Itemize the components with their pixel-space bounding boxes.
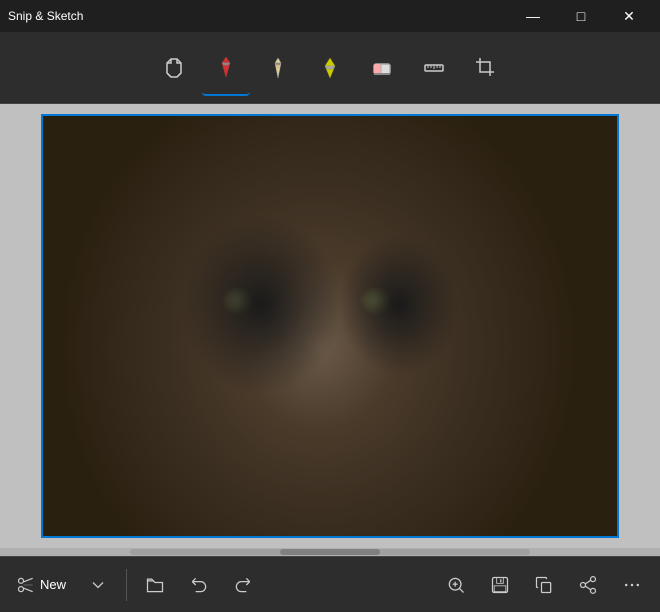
touch-writing-tool[interactable] <box>150 40 198 96</box>
new-snip-button[interactable]: New <box>8 565 74 605</box>
zoom-button[interactable] <box>436 565 476 605</box>
ruler-tool[interactable] <box>410 40 458 96</box>
ballpoint-pen-icon <box>214 55 238 79</box>
share-icon <box>578 575 598 595</box>
undo-icon <box>189 575 209 595</box>
scrollbar-area[interactable] <box>0 548 660 556</box>
eraser-tool[interactable] <box>358 40 406 96</box>
save-icon <box>490 575 510 595</box>
pencil-icon <box>266 56 290 80</box>
ruler-icon <box>422 56 446 80</box>
touch-write-icon <box>162 56 186 80</box>
highlighter-icon <box>318 56 342 80</box>
folder-icon <box>145 575 165 595</box>
separator-1 <box>126 569 127 601</box>
new-label: New <box>40 577 66 592</box>
copy-icon <box>534 575 554 595</box>
pencil-tool[interactable] <box>254 40 302 96</box>
title-bar-left: Snip & Sketch <box>8 9 83 23</box>
title-bar: Snip & Sketch — □ ✕ <box>0 0 660 32</box>
redo-icon <box>233 575 253 595</box>
redo-button[interactable] <box>223 565 263 605</box>
save-button[interactable] <box>480 565 520 605</box>
maximize-button[interactable]: □ <box>558 0 604 32</box>
eraser-icon <box>370 56 394 80</box>
copy-button[interactable] <box>524 565 564 605</box>
undo-button[interactable] <box>179 565 219 605</box>
open-button[interactable] <box>135 565 175 605</box>
more-options-button[interactable] <box>612 565 652 605</box>
title-bar-controls: — □ ✕ <box>510 0 652 32</box>
scroll-track <box>130 549 530 555</box>
canvas-area <box>0 104 660 548</box>
crop-icon <box>474 56 498 80</box>
cat-photo <box>43 116 617 536</box>
highlighter-tool[interactable] <box>306 40 354 96</box>
share-button[interactable] <box>568 565 608 605</box>
scissors-icon <box>16 575 36 595</box>
crop-tool[interactable] <box>462 40 510 96</box>
new-dropdown-button[interactable] <box>78 565 118 605</box>
close-button[interactable]: ✕ <box>606 0 652 32</box>
scroll-thumb[interactable] <box>280 549 380 555</box>
minimize-button[interactable]: — <box>510 0 556 32</box>
ballpoint-pen-tool[interactable] <box>202 40 250 96</box>
chevron-down-icon <box>88 575 108 595</box>
toolbar <box>0 32 660 104</box>
more-icon <box>622 575 642 595</box>
image-container <box>41 114 619 538</box>
app-title: Snip & Sketch <box>8 9 83 23</box>
zoom-in-icon <box>446 575 466 595</box>
